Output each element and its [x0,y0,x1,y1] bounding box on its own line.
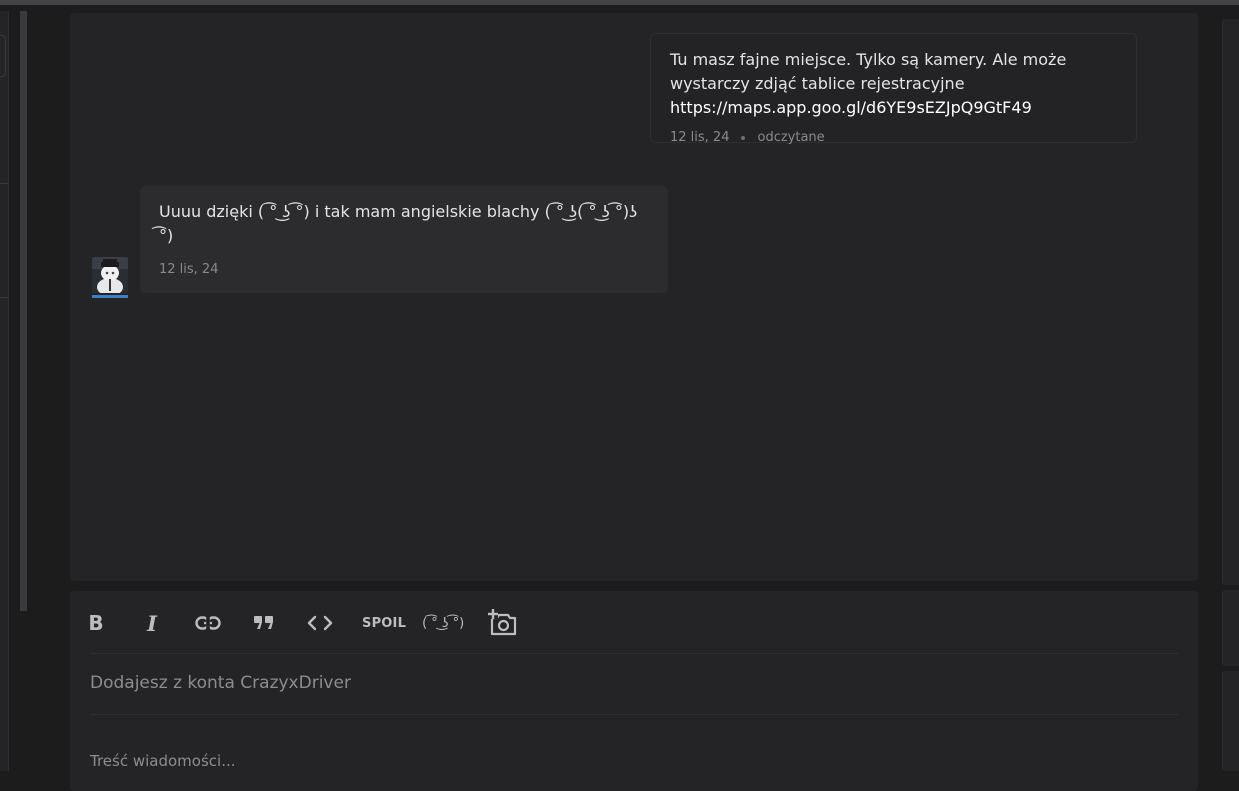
message-date: 12 lis, 24 [159,262,219,277]
conversation-panel: Tu masz fajne miejsce. Tylko są kamery. … [70,13,1198,581]
message-text: Uuuu dzięki ( ͡° ͜ʖ ͡°) i tak mam angiel… [159,202,638,245]
message-incoming: Uuuu dzięki ( ͡° ͜ʖ ͡°) i tak mam angiel… [140,186,668,293]
meta-separator-dot [741,135,746,140]
right-sidebar-panel [1222,19,1239,585]
add-photo-icon [488,609,517,636]
right-sidebar-panel [1222,671,1239,771]
message-meta: 12 lis, 24 odczytane [670,130,1117,145]
left-sidebar-divider [0,297,8,298]
composer-divider [90,714,1178,715]
message-meta: 12 lis, 24 [159,262,649,277]
spoiler-button[interactable]: SPOIL [362,607,406,639]
left-sidebar-divider [0,183,8,184]
link-button[interactable] [194,607,222,639]
quote-button[interactable] [250,607,278,639]
composer-divider [90,653,1178,654]
add-photo-button[interactable] [488,607,518,639]
window-top-bar [0,0,1239,5]
message-composer: B I SPOIL (͡° ͜ʖ ͡°) Dodajesz z konta C… [70,591,1198,791]
left-sidebar-edge [0,11,9,771]
left-sidebar-box [0,35,6,77]
avatar[interactable] [92,257,128,293]
right-sidebar-panel [1222,590,1239,666]
italic-button[interactable]: I [138,607,166,639]
bold-button[interactable]: B [82,607,110,639]
scrollbar[interactable] [20,11,27,611]
posting-account-notice: Dodajesz z konta CrazyxDriver [90,673,351,693]
message-outgoing: Tu masz fajne miejsce. Tylko są kamery. … [650,33,1137,145]
bold-icon: B [88,611,104,635]
message-text: Tu masz fajne miejsce. Tylko są kamery. … [670,50,1067,93]
italic-icon: I [147,610,157,636]
avatar-image [92,257,128,293]
message-date: 12 lis, 24 [670,130,730,145]
quote-icon [254,616,273,629]
lenny-face-button[interactable]: ( ͡° ͜ʖ ͡°) [422,607,464,639]
code-icon [307,615,333,631]
code-button[interactable] [306,607,334,639]
message-input[interactable] [90,749,1170,773]
message-read-status: odczytane [757,130,825,145]
message-link[interactable]: https://maps.app.goo.gl/d6YE9sEZJpQ9GtF4… [670,96,1117,120]
formatting-toolbar: B I SPOIL (͡° ͜ʖ ͡°) [82,607,518,639]
link-icon [195,615,221,631]
avatar-status-bar [92,295,128,298]
